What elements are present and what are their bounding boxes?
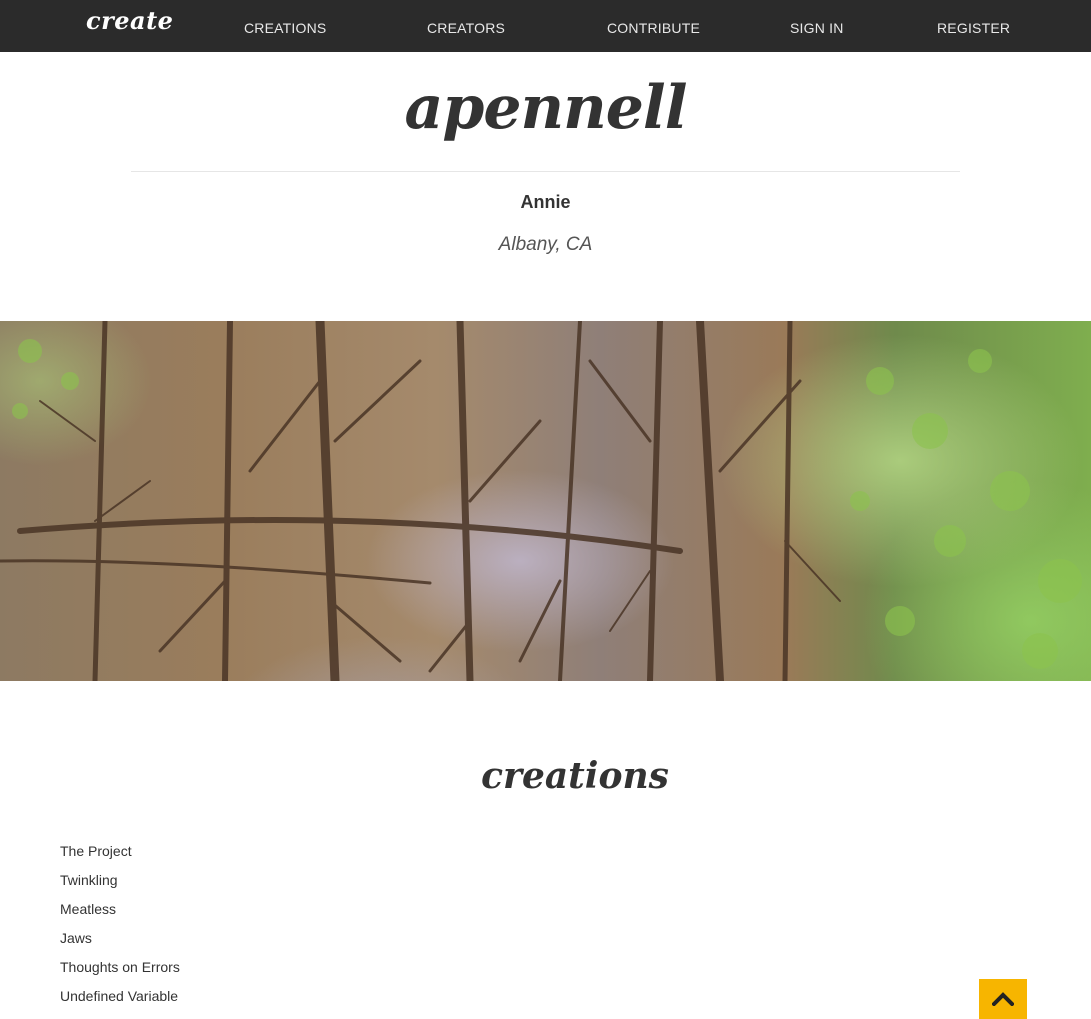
brand-logo[interactable]: create bbox=[86, 6, 173, 35]
creation-item-the-project[interactable]: The Project bbox=[60, 841, 180, 870]
header-divider bbox=[131, 171, 960, 172]
creation-item-twinkling[interactable]: Twinkling bbox=[60, 870, 180, 899]
creations-heading: creations bbox=[481, 755, 669, 797]
creation-item-meatless[interactable]: Meatless bbox=[60, 899, 180, 928]
banner-tree-branches bbox=[0, 321, 1082, 681]
nav-link-register[interactable]: REGISTER bbox=[937, 20, 1010, 36]
nav-link-contribute[interactable]: CONTRIBUTE bbox=[607, 20, 700, 36]
nav-link-creators[interactable]: CREATORS bbox=[427, 20, 505, 36]
creation-item-undefined-variable[interactable]: Undefined Variable bbox=[60, 986, 180, 1015]
creation-item-jaws[interactable]: Jaws bbox=[60, 928, 180, 957]
nav-link-sign-in[interactable]: SIGN IN bbox=[790, 20, 844, 36]
creation-item-thoughts-on-errors[interactable]: Thoughts on Errors bbox=[60, 957, 180, 986]
profile-location: Albany, CA bbox=[498, 234, 593, 255]
profile-username: apennell bbox=[404, 73, 687, 143]
back-to-top-button[interactable] bbox=[979, 979, 1027, 1019]
nav-link-creations[interactable]: CREATIONS bbox=[244, 20, 326, 36]
chevron-up-icon bbox=[992, 992, 1014, 1006]
profile-name: Annie bbox=[520, 192, 571, 212]
navbar: create CREATIONS CREATORS CONTRIBUTE SIG… bbox=[0, 0, 1091, 52]
creations-list: The Project Twinkling Meatless Jaws Thou… bbox=[60, 841, 180, 1015]
banner-photo bbox=[0, 321, 1091, 681]
